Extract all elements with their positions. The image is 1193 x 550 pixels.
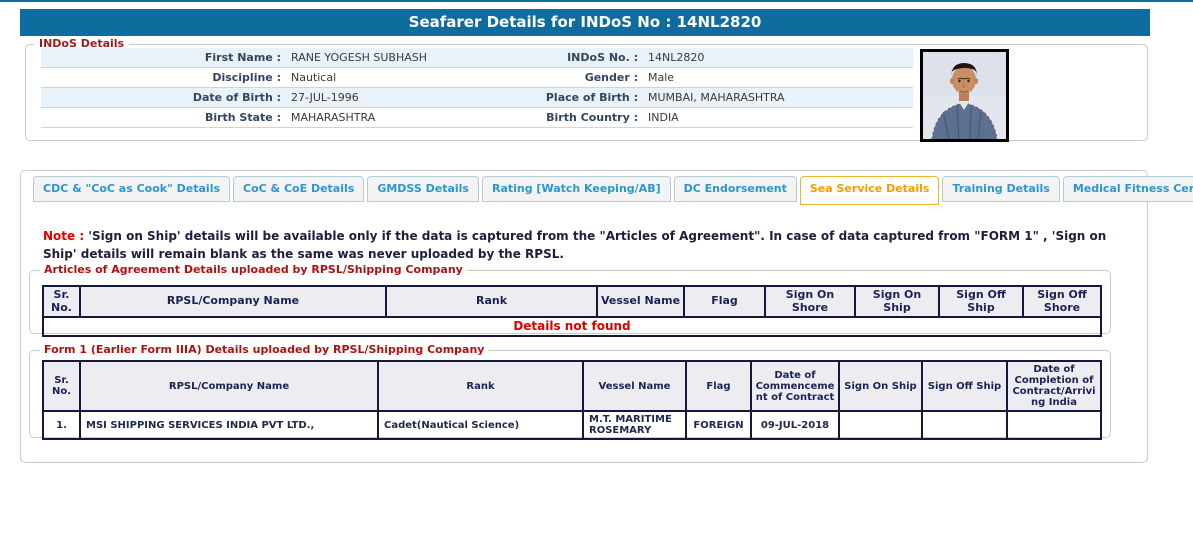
form1-header-row: Sr. No. RPSL/Company Name Rank Vessel Na… (43, 361, 1101, 411)
column-header-sr-no: Sr. No. (43, 361, 80, 411)
place-of-birth-value: MUMBAI, MAHARASHTRA (638, 88, 913, 107)
birth-state-label: Birth State : (41, 108, 281, 127)
detail-row-first-name: First Name : RANE YOGESH SUBHASH INDoS N… (41, 48, 913, 68)
tab-coc-coe[interactable]: CoC & CoE Details (233, 176, 364, 202)
column-header-vessel: Vessel Name (583, 361, 686, 411)
gender-label: Gender : (511, 68, 638, 87)
seafarer-photo (920, 49, 1009, 142)
cell-completion-date (1007, 411, 1101, 439)
details-not-found-row: Details not found (43, 317, 1101, 336)
column-header-sign-off-ship: Sign Off Ship (939, 286, 1023, 317)
column-header-company: RPSL/Company Name (80, 361, 378, 411)
gender-value: Male (638, 68, 913, 87)
form1-details-panel: Form 1 (Earlier Form IIIA) Details uploa… (29, 350, 1111, 438)
first-name-label: First Name : (41, 48, 281, 67)
articles-header-row: Sr. No. RPSL/Company Name Rank Vessel Na… (43, 286, 1101, 317)
tab-sea-service-details[interactable]: Sea Service Details (800, 176, 940, 205)
column-header-company: RPSL/Company Name (80, 286, 386, 317)
column-header-flag: Flag (684, 286, 765, 317)
birth-country-value: INDIA (638, 108, 913, 127)
detail-row-discipline: Discipline : Nautical Gender : Male (41, 68, 913, 88)
tab-dc-endorsement[interactable]: DC Endorsement (674, 176, 797, 202)
place-of-birth-label: Place of Birth : (511, 88, 638, 107)
cell-vessel: M.T. MARITIME ROSEMARY (583, 411, 686, 439)
detail-row-birth-state: Birth State : MAHARASHTRA Birth Country … (41, 108, 913, 128)
discipline-value: Nautical (281, 68, 511, 87)
column-header-sign-off-ship: Sign Off Ship (922, 361, 1007, 411)
tab-gmdss[interactable]: GMDSS Details (367, 176, 479, 202)
indos-no-value: 14NL2820 (638, 48, 913, 67)
note-text: 'Sign on Ship' details will be available… (43, 229, 1106, 261)
column-header-sign-on-shore: Sign On Shore (765, 286, 855, 317)
tab-training-details[interactable]: Training Details (942, 176, 1059, 202)
cell-rank: Cadet(Nautical Science) (378, 411, 583, 439)
column-header-commencement-date: Date of Commencement of Contract (751, 361, 839, 411)
sign-on-ship-note: Note : 'Sign on Ship' details will be av… (43, 227, 1123, 263)
column-header-sign-off-shore: Sign Off Shore (1023, 286, 1101, 317)
column-header-vessel: Vessel Name (597, 286, 684, 317)
detail-row-date-of-birth: Date of Birth : 27-JUL-1996 Place of Bir… (41, 88, 913, 108)
column-header-sr-no: Sr. No. (43, 286, 80, 317)
note-prefix: Note : (43, 229, 84, 243)
indos-no-label: INDoS No. : (511, 48, 638, 67)
cell-sign-off-ship (922, 411, 1007, 439)
indos-details-panel: INDoS Details First Name : RANE YOGESH S… (25, 44, 1148, 141)
birth-country-label: Birth Country : (511, 108, 638, 127)
column-header-rank: Rank (378, 361, 583, 411)
seafarer-photo-illustration (923, 52, 1006, 139)
indos-details-rows: First Name : RANE YOGESH SUBHASH INDoS N… (41, 48, 913, 128)
details-not-found-message: Details not found (43, 317, 1101, 336)
form1-section-title: Form 1 (Earlier Form IIIA) Details uploa… (40, 343, 488, 356)
cell-sr-no: 1. (43, 411, 80, 439)
tab-rating-watch-keeping[interactable]: Rating [Watch Keeping/AB] (482, 176, 671, 202)
cell-flag: FOREIGN (686, 411, 751, 439)
cell-sign-on-ship (839, 411, 922, 439)
articles-of-agreement-panel: Articles of Agreement Details uploaded b… (29, 270, 1111, 334)
sea-service-content-panel: CDC & "CoC as Cook" Details CoC & CoE De… (20, 170, 1148, 463)
cell-commencement-date: 09-JUL-2018 (751, 411, 839, 439)
column-header-rank: Rank (386, 286, 597, 317)
column-header-completion-date: Date of Completion of Contract/Arriving … (1007, 361, 1101, 411)
form1-details-table: Sr. No. RPSL/Company Name Rank Vessel Na… (42, 360, 1102, 440)
column-header-flag: Flag (686, 361, 751, 411)
page-title: Seafarer Details for INDoS No : 14NL2820 (20, 9, 1150, 36)
articles-of-agreement-table: Sr. No. RPSL/Company Name Rank Vessel Na… (42, 285, 1102, 337)
tab-medical-fitness-certificate[interactable]: Medical Fitness Certificate (1063, 176, 1193, 202)
page-top-accent-line (0, 0, 1193, 2)
table-row: 1. MSI SHIPPING SERVICES INDIA PVT LTD.,… (43, 411, 1101, 439)
first-name-value: RANE YOGESH SUBHASH (281, 48, 511, 67)
detail-tabs: CDC & "CoC as Cook" Details CoC & CoE De… (33, 176, 1193, 205)
discipline-label: Discipline : (41, 68, 281, 87)
tab-cdc-coc-as-cook[interactable]: CDC & "CoC as Cook" Details (33, 176, 230, 202)
date-of-birth-label: Date of Birth : (41, 88, 281, 107)
cell-company: MSI SHIPPING SERVICES INDIA PVT LTD., (80, 411, 378, 439)
birth-state-value: MAHARASHTRA (281, 108, 511, 127)
articles-section-title: Articles of Agreement Details uploaded b… (40, 263, 467, 276)
column-header-sign-on-ship: Sign On Ship (855, 286, 939, 317)
column-header-sign-on-ship: Sign On Ship (839, 361, 922, 411)
date-of-birth-value: 27-JUL-1996 (281, 88, 511, 107)
